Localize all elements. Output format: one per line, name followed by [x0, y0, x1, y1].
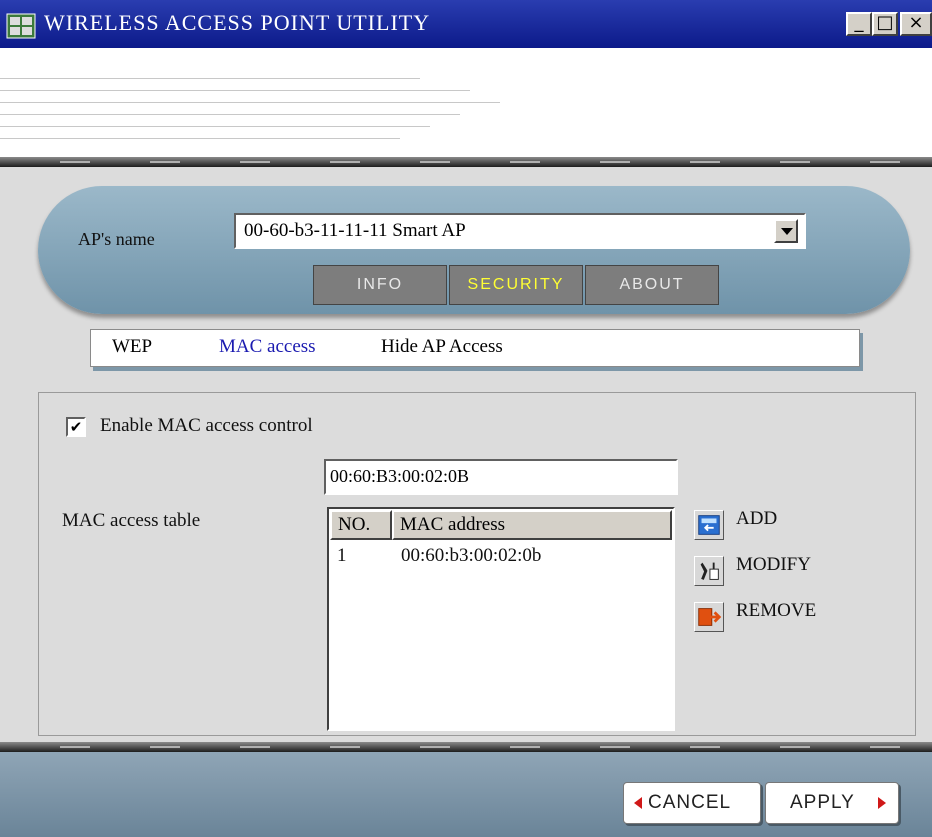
app-window: WIRELESS ACCESS POINT UTILITY _ □ × AP's…: [0, 0, 932, 837]
add-label: ADD: [736, 508, 778, 529]
modify-label: MODIFY: [736, 554, 811, 575]
subnav-hide-ap-access[interactable]: Hide AP Access: [381, 336, 503, 358]
arrow-right-icon: [878, 797, 886, 809]
enable-mac-checkbox[interactable]: ✔: [66, 417, 86, 437]
cancel-label: CANCEL: [648, 792, 732, 813]
arrow-left-icon: [634, 797, 642, 809]
top-divider: [0, 157, 932, 167]
header-banner: [0, 48, 932, 158]
ap-name-label: AP's name: [78, 229, 155, 249]
mac-address-input[interactable]: 00:60:B3:00:02:0B: [324, 459, 678, 495]
apply-label: APPLY: [790, 792, 855, 813]
column-header-no[interactable]: NO.: [330, 510, 392, 540]
modify-tools-icon: [694, 556, 724, 586]
subnav-wep[interactable]: WEP: [112, 336, 152, 358]
security-subnav: WEP MAC access Hide AP Access: [90, 329, 860, 367]
tab-about[interactable]: ABOUT: [585, 265, 719, 305]
remove-button[interactable]: REMOVE: [694, 600, 874, 634]
title-bar[interactable]: WIRELESS ACCESS POINT UTILITY _ □ ×: [0, 0, 932, 48]
table-cell-no[interactable]: 1: [337, 545, 347, 567]
mac-access-table[interactable]: NO. MAC address 1 00:60:b3:00:02:0b: [327, 507, 675, 731]
bottom-divider: [0, 742, 932, 752]
remove-exit-icon: [694, 602, 724, 632]
tab-info[interactable]: INFO: [313, 265, 447, 305]
window-title: WIRELESS ACCESS POINT UTILITY: [44, 10, 431, 35]
column-header-mac-address[interactable]: MAC address: [392, 510, 672, 540]
subnav-mac-access[interactable]: MAC access: [219, 336, 316, 358]
minimize-button[interactable]: _: [846, 12, 872, 36]
chevron-down-icon[interactable]: [774, 219, 798, 243]
remove-label: REMOVE: [736, 600, 817, 621]
modify-button[interactable]: MODIFY: [694, 554, 874, 588]
close-button[interactable]: ×: [900, 12, 932, 36]
network-computer-icon: [6, 13, 36, 39]
add-entry-icon: [694, 510, 724, 540]
apply-button[interactable]: APPLY: [765, 782, 899, 824]
ap-name-value: 00-60-b3-11-11-11 Smart AP: [244, 220, 466, 241]
table-cell-mac[interactable]: 00:60:b3:00:02:0b: [401, 545, 541, 567]
cancel-button[interactable]: CANCEL: [623, 782, 761, 824]
enable-mac-label: Enable MAC access control: [100, 415, 313, 436]
tab-security[interactable]: SECURITY: [449, 265, 583, 305]
add-button[interactable]: ADD: [694, 508, 874, 542]
ap-name-select[interactable]: 00-60-b3-11-11-11 Smart AP: [234, 213, 806, 249]
mac-table-label: MAC access table: [62, 510, 201, 531]
maximize-button[interactable]: □: [872, 12, 898, 36]
